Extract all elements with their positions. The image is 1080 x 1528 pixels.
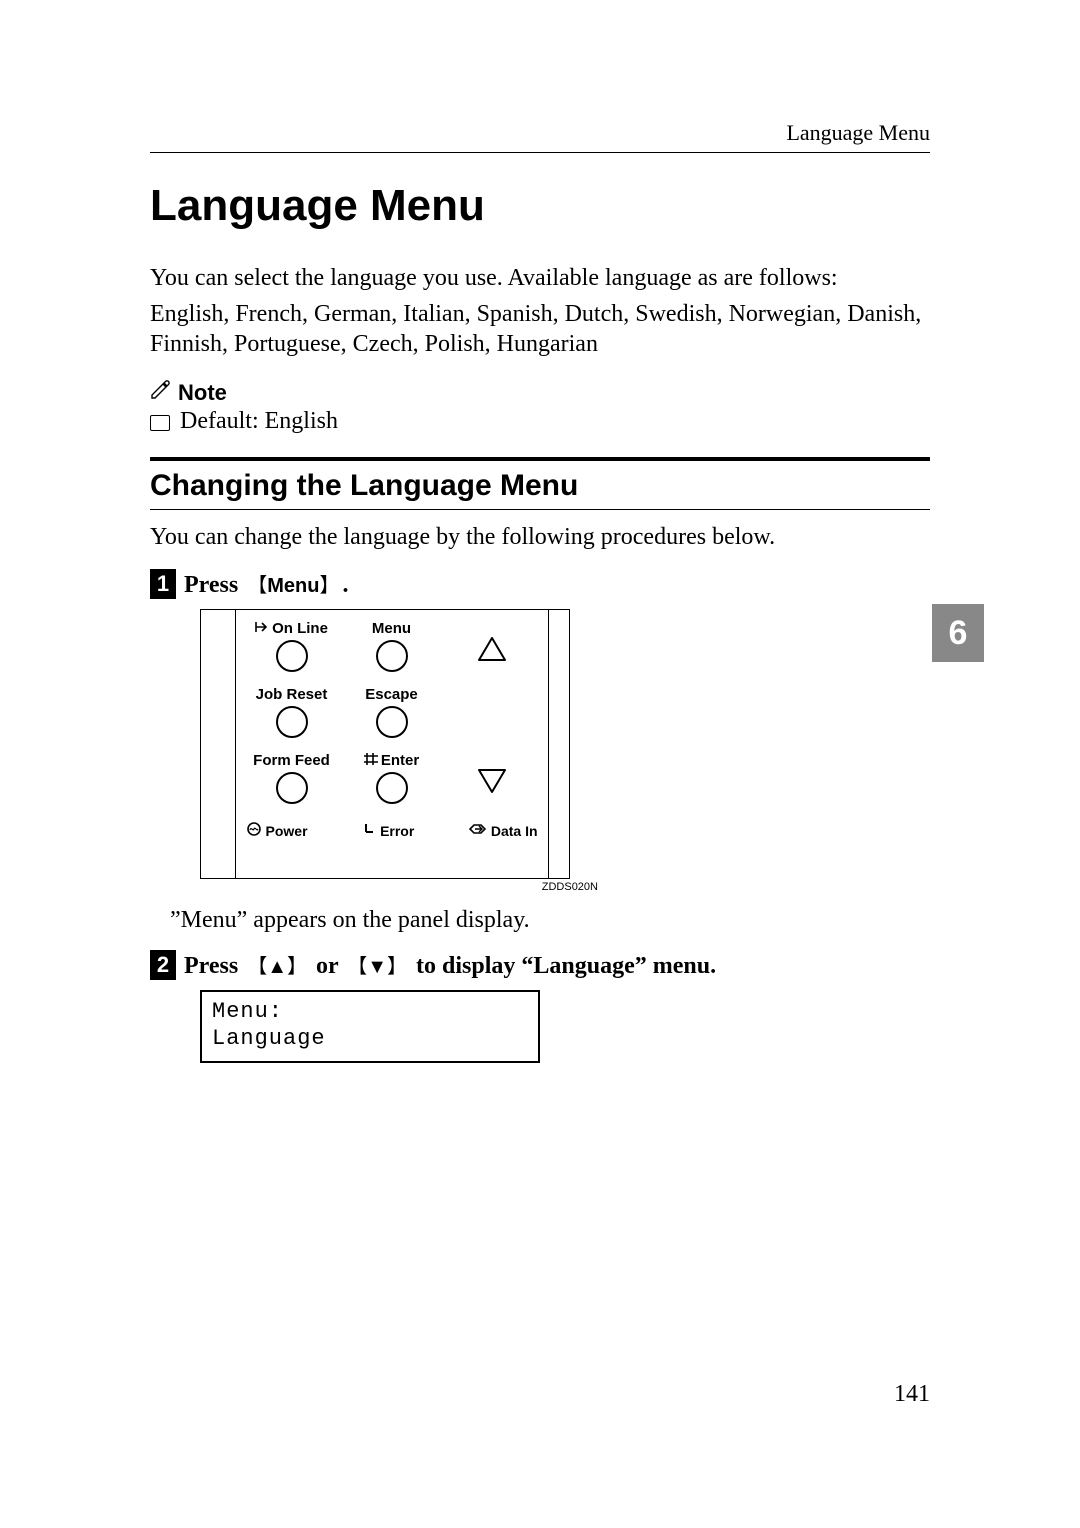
escape-button-icon [376, 706, 408, 738]
enter-label: Enter [381, 752, 419, 769]
jobreset-label: Job Reset [256, 686, 328, 703]
online-arrow-icon [255, 620, 269, 637]
error-icon [362, 822, 376, 839]
power-label: Power [266, 823, 308, 839]
checkbox-icon [150, 415, 170, 431]
figure-code: ZDDS020N [200, 879, 598, 893]
subsection-title: Changing the Language Menu [150, 469, 930, 503]
down-key: ▼ [344, 950, 410, 979]
page-number: 141 [894, 1381, 930, 1408]
menu-label: Menu [372, 620, 411, 637]
step-1: 1 Press Menu. [150, 569, 930, 599]
hash-icon [364, 752, 378, 770]
step2-prefix: Press [184, 953, 244, 979]
chapter-tab: 6 [932, 604, 984, 662]
up-key: ▲ [244, 950, 310, 979]
control-panel-diagram: On Line Menu [200, 609, 930, 879]
after-panel-text: ”Menu” appears on the panel display. [170, 907, 930, 934]
subsection-lead: You can change the language by the follo… [150, 524, 930, 551]
step-number-icon: 2 [150, 950, 176, 980]
online-button-icon [276, 640, 308, 672]
formfeed-button-icon [276, 772, 308, 804]
step1-prefix: Press [184, 572, 244, 598]
enter-button-icon [376, 772, 408, 804]
intro-line-2: English, French, German, Italian, Spanis… [150, 299, 930, 359]
jobreset-button-icon [276, 706, 308, 738]
lcd-display: Menu: Language [200, 990, 540, 1063]
formfeed-label: Form Feed [253, 752, 330, 769]
lcd-line-2: Language [212, 1025, 528, 1053]
running-head: Language Menu [150, 120, 930, 153]
menu-key: Menu [244, 569, 342, 598]
step1-suffix: . [342, 572, 348, 598]
step-number-icon: 1 [150, 569, 176, 599]
datain-label: Data In [491, 823, 538, 839]
online-label: On Line [272, 620, 328, 637]
step-2: 2 Press ▲ or ▼ to display “Language” men… [150, 950, 930, 980]
power-icon [246, 821, 262, 840]
pencil-icon [150, 380, 170, 405]
page-title: Language Menu [150, 181, 930, 231]
note-item: Default: English [180, 408, 338, 435]
note-label: Note [178, 380, 227, 406]
lcd-line-1: Menu: [212, 998, 528, 1026]
escape-label: Escape [365, 686, 418, 703]
down-triangle-icon [477, 768, 507, 794]
step2-tail: to display “Language” menu. [410, 953, 716, 979]
intro-line-1: You can select the language you use. Ava… [150, 263, 930, 293]
menu-button-icon [376, 640, 408, 672]
step2-mid: or [310, 953, 344, 979]
up-triangle-icon [477, 636, 507, 662]
datain-icon [469, 822, 487, 839]
error-label: Error [380, 823, 414, 839]
